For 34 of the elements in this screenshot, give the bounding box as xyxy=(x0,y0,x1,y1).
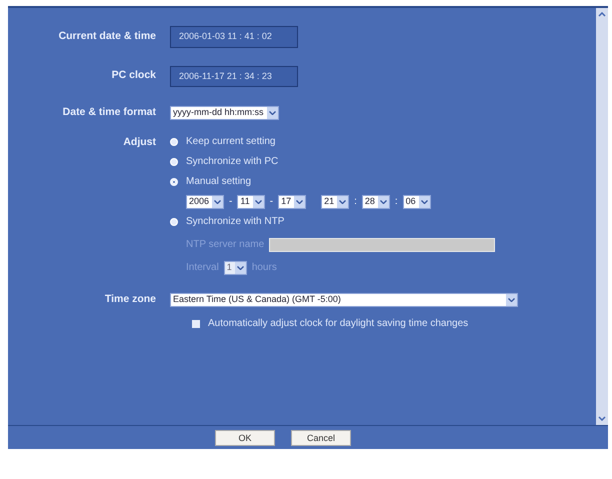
scroll-down-icon[interactable] xyxy=(598,416,606,421)
time-select[interactable]: 28 xyxy=(362,194,390,209)
checkbox-label: Automatically adjust clock for daylight saving time changes xyxy=(208,317,468,331)
readout-field: 2006-01-03 11 : 41 : 02 xyxy=(170,26,298,48)
separator: - xyxy=(270,195,274,210)
separator: : xyxy=(394,195,398,210)
field-label: PC clock xyxy=(110,68,157,84)
time-select[interactable]: 2006 xyxy=(186,194,224,209)
option-label: Manual setting xyxy=(186,175,252,190)
cancel-button[interactable]: Cancel xyxy=(291,430,351,446)
unit-label: hours xyxy=(252,261,277,276)
format-select[interactable]: yyyy-mm-dd hh:mm:ss xyxy=(170,106,279,120)
time-select[interactable]: 11 xyxy=(237,194,265,209)
time-select[interactable]: 06 xyxy=(402,194,431,209)
field-label: Interval xyxy=(186,261,219,276)
separator: - xyxy=(229,195,232,210)
option-label: Synchronize with PC xyxy=(186,155,278,170)
field-label: Date & time format xyxy=(62,105,157,120)
option-label: Keep current setting xyxy=(186,135,276,150)
field-label: Time zone xyxy=(104,292,157,307)
option-label: Synchronize with NTP xyxy=(186,215,284,230)
scroll-up-icon[interactable] xyxy=(598,12,606,17)
scrollbar[interactable] xyxy=(596,8,608,425)
time-select[interactable]: 17 xyxy=(278,194,306,209)
field-label: NTP server name xyxy=(186,238,264,252)
readout-field: 2006-11-17 21 : 34 : 23 xyxy=(170,66,298,87)
separator: : xyxy=(354,195,357,210)
time-select[interactable]: 21 xyxy=(321,194,350,209)
radio-button[interactable] xyxy=(170,178,178,186)
checkbox[interactable] xyxy=(192,320,200,328)
timezone-select[interactable]: Eastern Time (US & Canada) (GMT -5:00) xyxy=(170,292,518,307)
ok-button[interactable]: OK xyxy=(215,430,275,446)
field-label: Current date & time xyxy=(58,28,157,44)
field-label: Adjust xyxy=(122,134,157,150)
